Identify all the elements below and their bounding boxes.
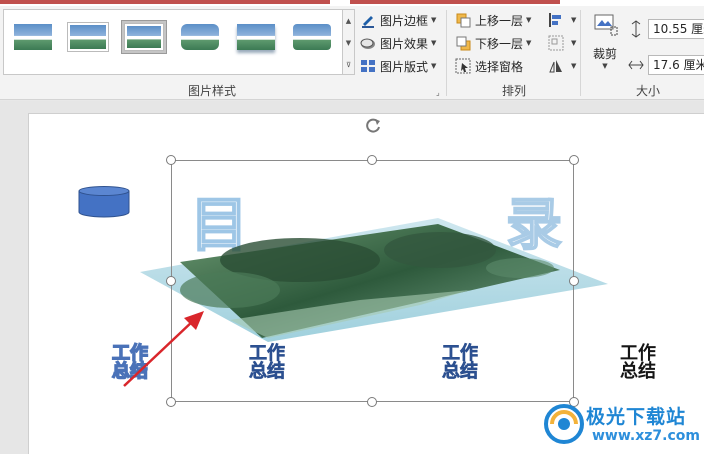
watermark: 极光下载站 www.xz7.com [542,398,702,452]
watermark-title: 极光下载站 [586,406,687,428]
watermark-url: www.xz7.com [592,428,700,444]
watermark-logo-icon [544,404,584,444]
red-arrow-annotation [123,311,204,387]
